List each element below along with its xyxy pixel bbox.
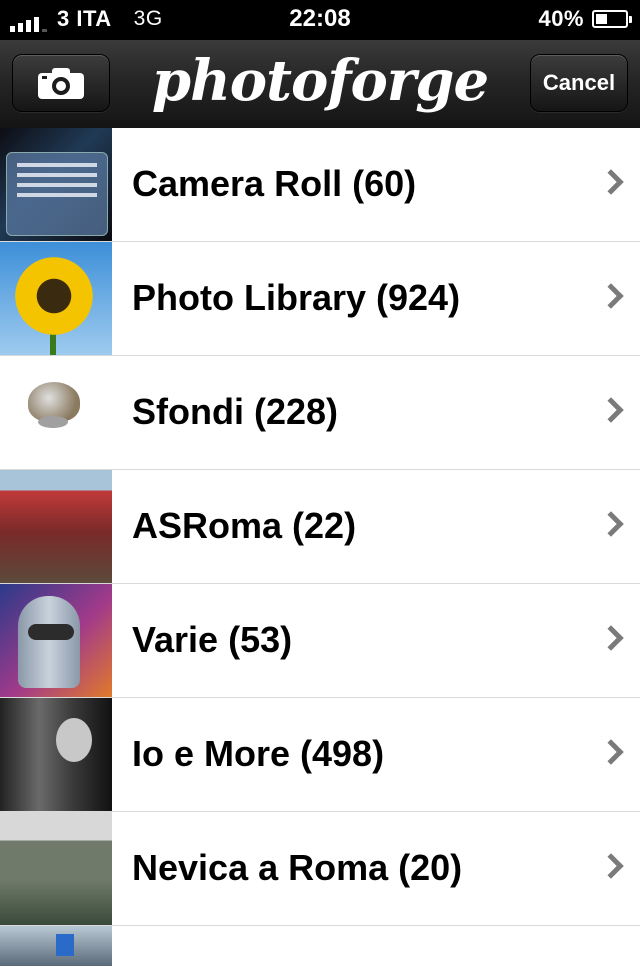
album-label: Nevica a Roma (20)	[132, 847, 463, 888]
album-row-varie[interactable]: Varie (53)	[0, 584, 640, 698]
chevron-right-icon	[598, 511, 624, 537]
thumbnail-photo-library	[0, 242, 112, 355]
album-list: Camera Roll (60) Photo Library (924) Sfo…	[0, 128, 640, 966]
album-label: Camera Roll (60)	[132, 163, 417, 204]
album-label: Varie (53)	[132, 619, 293, 660]
album-row-camera-roll[interactable]: Camera Roll (60)	[0, 128, 640, 242]
album-label: Sfondi (228)	[132, 391, 339, 432]
thumbnail-camera-roll	[0, 128, 112, 241]
album-row-photo-library[interactable]: Photo Library (924)	[0, 242, 640, 356]
chevron-right-icon	[598, 625, 624, 651]
thumbnail-asroma	[0, 470, 112, 583]
chevron-right-icon	[598, 283, 624, 309]
thumbnail-sfondi	[0, 356, 112, 469]
thumbnail-varie	[0, 584, 112, 697]
album-row-nevica-a-roma[interactable]: Nevica a Roma (20)	[0, 812, 640, 926]
cancel-button[interactable]: Cancel	[530, 54, 628, 112]
chevron-right-icon	[598, 397, 624, 423]
status-bar: 3 ITA 3G 22:08 40%	[0, 0, 640, 40]
status-right: 40%	[538, 6, 632, 32]
thumbnail-io-e-more	[0, 698, 112, 811]
chevron-right-icon	[598, 739, 624, 765]
chevron-right-icon	[598, 853, 624, 879]
navigation-bar: photoforge Cancel	[0, 40, 640, 129]
thumbnail-partial	[0, 926, 112, 966]
thumbnail-nevica-a-roma	[0, 812, 112, 925]
album-row-partial[interactable]	[0, 926, 640, 966]
album-label: ASRoma (22)	[132, 505, 357, 546]
album-label: Photo Library (924)	[132, 277, 461, 318]
album-row-io-e-more[interactable]: Io e More (498)	[0, 698, 640, 812]
chevron-right-icon	[598, 169, 624, 195]
album-row-asroma[interactable]: ASRoma (22)	[0, 470, 640, 584]
album-label: Io e More (498)	[132, 733, 385, 774]
battery-icon	[592, 10, 632, 28]
album-row-sfondi[interactable]: Sfondi (228)	[0, 356, 640, 470]
battery-percentage: 40%	[538, 6, 584, 31]
